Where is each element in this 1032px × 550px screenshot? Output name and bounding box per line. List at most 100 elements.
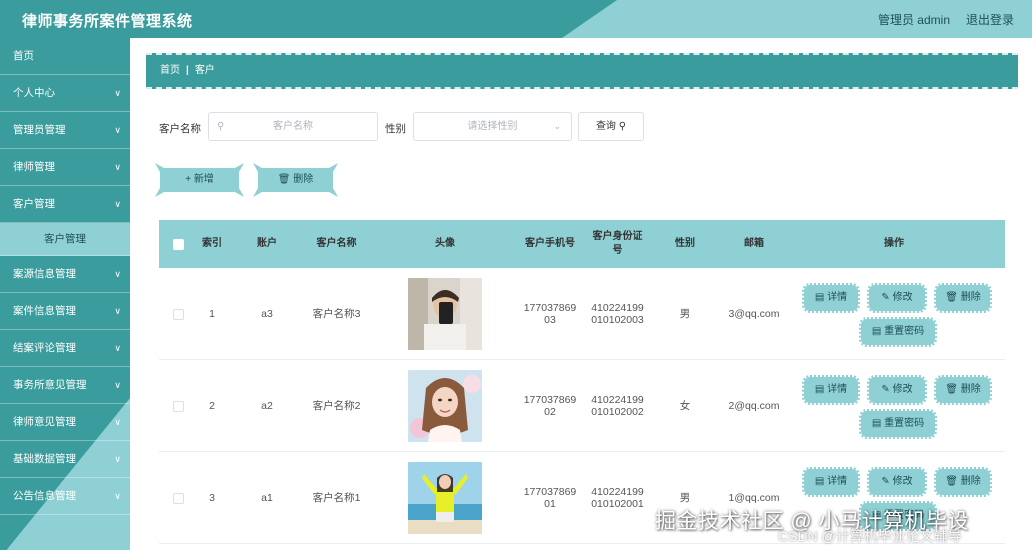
header-id-card: 客户身份证号 [592, 231, 643, 256]
customer-name-input[interactable]: ⚲ 客户名称 [208, 112, 378, 141]
select-all-checkbox[interactable] [172, 238, 184, 250]
cell-index: 2 [209, 399, 215, 412]
document-icon: ▤ [871, 418, 882, 429]
sidebar-item[interactable]: 个人中心 ∨ [0, 75, 130, 112]
cell-name: 客户名称2 [312, 399, 361, 412]
reset-password-label: 重置密码 [884, 418, 925, 429]
cell-avatar [407, 452, 483, 544]
edit-button[interactable]: ✎ 修改 [867, 467, 927, 497]
chevron-down-icon: ∨ [114, 88, 121, 98]
select-all-cell[interactable] [159, 220, 197, 268]
customer-name-label: 客户名称 [159, 123, 201, 135]
detail-label: 详情 [827, 384, 848, 395]
reset-password-button[interactable]: ▤ 重置密码 [859, 317, 937, 347]
row-checkbox[interactable] [172, 308, 184, 320]
header-email: 邮箱 [744, 238, 764, 249]
sidebar-item[interactable]: 案件信息管理 ∨ [0, 293, 130, 330]
cell-account: a2 [261, 399, 273, 412]
detail-button[interactable]: ▤ 详情 [802, 283, 860, 313]
batch-delete-button[interactable]: 🗑 删除 [253, 163, 338, 197]
sidebar-item-label: 事务所意见管理 [13, 379, 87, 391]
row-checkbox[interactable] [172, 400, 184, 412]
trash-icon: 🗑 [945, 292, 958, 303]
current-user-label: 管理员 admin [877, 13, 950, 27]
sidebar-item-label: 基础数据管理 [13, 453, 76, 465]
sidebar-item[interactable]: 基础数据管理 ∨ [0, 441, 130, 478]
chevron-down-icon: ∨ [114, 199, 121, 209]
delete-label: 删除 [960, 476, 981, 487]
cell-account: a3 [261, 307, 273, 320]
chevron-down-icon: ∨ [114, 343, 121, 353]
trash-icon: 🗑 [945, 384, 958, 395]
sidebar-item[interactable]: 律师管理 ∨ [0, 149, 130, 186]
sidebar-item-label: 结案评论管理 [13, 342, 76, 354]
edit-label: 修改 [892, 292, 913, 303]
chevron-down-icon: ∨ [114, 491, 121, 501]
reset-password-button[interactable]: ▤ 重置密码 [859, 409, 937, 439]
row-select-cell[interactable] [159, 268, 197, 360]
detail-button[interactable]: ▤ 详情 [802, 375, 860, 405]
row-select-cell[interactable] [159, 452, 197, 544]
detail-label: 详情 [827, 292, 848, 303]
sidebar-item[interactable]: 事务所意见管理 ∨ [0, 367, 130, 404]
cell-id-card: 410224199010102002 [591, 393, 644, 419]
delete-label: 删除 [960, 384, 981, 395]
delete-button[interactable]: 🗑 删除 [934, 375, 992, 405]
edit-button[interactable]: ✎ 修改 [867, 375, 927, 405]
sidebar-item[interactable]: 律师意见管理 ∨ [0, 404, 130, 441]
sidebar-item-label: 管理员管理 [13, 124, 66, 136]
cell-operations: ▤ 详情 ✎ 修改 🗑 删除 ▤ 重置密码 [793, 360, 1005, 452]
cell-avatar [407, 360, 483, 452]
sidebar-item[interactable]: 结案评论管理 ∨ [0, 330, 130, 367]
logout-link[interactable]: 退出登录 [966, 11, 1014, 28]
header-phone: 客户手机号 [525, 238, 575, 249]
sidebar-item[interactable]: 公告信息管理 ∨ [0, 478, 130, 515]
search-button[interactable]: 查询 ⚲ [578, 112, 644, 141]
sidebar-item[interactable]: 案源信息管理 ∨ [0, 256, 130, 293]
cell-account: a1 [261, 491, 273, 504]
sidebar-item-label: 首页 [13, 50, 34, 62]
pencil-icon: ✎ [881, 292, 890, 303]
document-icon: ▤ [814, 292, 825, 303]
header-operations: 操作 [884, 238, 904, 249]
sidebar-item[interactable]: 客户管理 ∨ [0, 186, 130, 223]
sidebar-item[interactable]: 管理员管理 ∨ [0, 112, 130, 149]
delete-button[interactable]: 🗑 删除 [934, 283, 992, 313]
breadcrumb-home[interactable]: 首页 [160, 65, 180, 76]
chevron-down-icon: ∨ [114, 454, 121, 464]
document-icon: ▤ [814, 476, 825, 487]
chevron-down-icon: ∨ [114, 380, 121, 390]
sidebar-item[interactable]: 首页 [0, 38, 130, 75]
customer-table: 索引 账户 客户名称 头像 客户手机号 客户身份证号 性别 邮箱 操作 1 a3… [159, 220, 1005, 544]
cell-index: 1 [209, 307, 215, 320]
chevron-down-icon: ∨ [114, 162, 121, 172]
header-accent [562, 0, 1032, 38]
sidebar-item-label: 律师管理 [13, 161, 55, 173]
cell-name: 客户名称3 [312, 307, 361, 320]
customer-name-placeholder: 客户名称 [273, 121, 313, 132]
chevron-down-icon: ∨ [114, 306, 121, 316]
row-select-cell[interactable] [159, 360, 197, 452]
sidebar-subitem-customer-management[interactable]: 客户管理 [0, 223, 130, 256]
delete-button[interactable]: 🗑 删除 [934, 467, 992, 497]
cell-phone: 17703786902 [523, 393, 577, 419]
edit-label: 修改 [892, 384, 913, 395]
batch-delete-label: 删除 [293, 174, 314, 185]
plus-icon: + [185, 174, 192, 185]
gender-select[interactable]: 请选择性别 ⌄ [413, 112, 572, 141]
cell-gender: 男 [679, 307, 691, 320]
cell-index: 3 [209, 491, 215, 504]
row-checkbox[interactable] [172, 492, 184, 504]
avatar [408, 462, 482, 534]
cell-id-card: 410224199010102001 [591, 485, 644, 511]
trash-icon: 🗑 [277, 174, 291, 185]
sidebar-item-label: 客户管理 [13, 198, 55, 210]
cell-avatar [407, 268, 483, 360]
add-button[interactable]: + 新增 [155, 163, 244, 197]
cell-phone: 17703786903 [523, 301, 577, 327]
detail-button[interactable]: ▤ 详情 [802, 467, 860, 497]
cell-name: 客户名称1 [312, 491, 361, 504]
edit-button[interactable]: ✎ 修改 [867, 283, 927, 313]
search-icon: ⚲ [217, 121, 225, 132]
search-icon: ⚲ [618, 121, 627, 132]
